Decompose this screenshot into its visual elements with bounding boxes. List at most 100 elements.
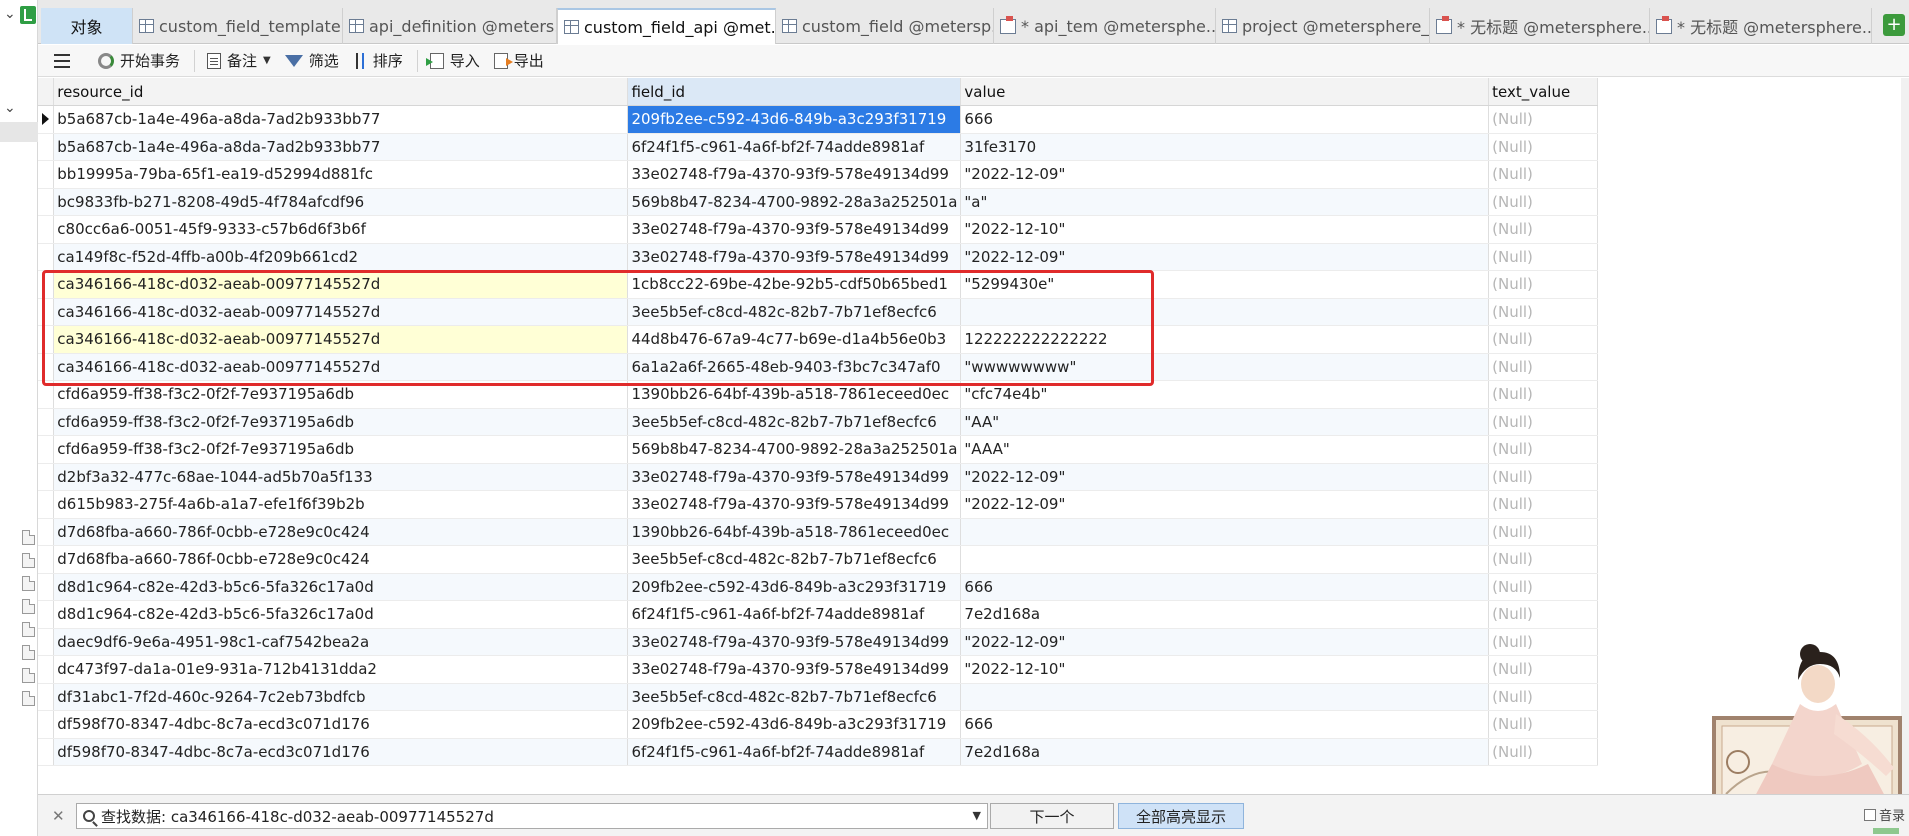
tab-custom-field[interactable]: custom_field @metersp... [776, 8, 994, 44]
cell-text-value[interactable]: (Null) [1488, 463, 1598, 491]
cell-value[interactable]: "2022-12-10" [960, 655, 1490, 684]
cell-resource-id[interactable]: dc473f97-da1a-01e9-931a-712b4131dda2 [53, 655, 629, 684]
caret-down-icon[interactable]: ▼ [263, 55, 271, 66]
row-marker[interactable] [38, 243, 55, 271]
cell-field-id[interactable]: 3ee5b5ef-c8cd-482c-82b7-7b71ef8ecfc6 [627, 683, 962, 711]
dropdown-arrow-icon[interactable]: ▼ [973, 809, 981, 822]
new-tab-icon[interactable]: + [1883, 14, 1905, 36]
tab-untitled-query-1[interactable]: * 无标题 @metersphere... [1430, 8, 1650, 44]
cell-text-value[interactable]: (Null) [1488, 298, 1598, 326]
cell-value[interactable]: "2022-12-09" [960, 160, 1490, 189]
table-row[interactable]: d7d68fba-a660-786f-0cbb-e728e9c0c424 3ee5… [38, 545, 1598, 574]
cell-value[interactable]: "2022-12-09" [960, 463, 1490, 491]
table-row[interactable]: df598f70-8347-4dbc-8c7a-ecd3c071d176 6f24… [38, 738, 1598, 766]
cell-value[interactable]: 666 [960, 573, 1490, 601]
table-row[interactable]: d8d1c964-c82e-42d3-b5c6-5fa326c17a0d 6f24… [38, 600, 1598, 629]
chevron-down-icon[interactable]: ⌄ [4, 100, 16, 116]
table-row[interactable]: b5a687cb-1a4e-496a-a8da-7ad2b933bb77 6f24… [38, 133, 1598, 161]
cell-text-value[interactable]: (Null) [1488, 628, 1598, 656]
column-header-value[interactable]: value [960, 78, 1490, 106]
cell-resource-id[interactable]: df598f70-8347-4dbc-8c7a-ecd3c071d176 [53, 710, 629, 739]
cell-resource-id[interactable]: df598f70-8347-4dbc-8c7a-ecd3c071d176 [53, 738, 629, 766]
cell-value[interactable]: "2022-12-09" [960, 628, 1490, 656]
table-row[interactable]: cfd6a959-ff38-f3c2-0f2f-7e937195a6db 3ee5… [38, 408, 1598, 436]
cell-text-value[interactable]: (Null) [1488, 490, 1598, 519]
cell-field-id[interactable]: 6f24f1f5-c961-4a6f-bf2f-74adde8981af [627, 133, 962, 161]
table-row[interactable]: d2bf3a32-477c-68ae-1044-ad5b70a5f133 33e0… [38, 463, 1598, 491]
cell-field-id[interactable]: 209fb2ee-c592-43d6-849b-a3c293f31719 [627, 710, 962, 739]
cell-resource-id[interactable]: df31abc1-7f2d-460c-9264-7c2eb73bdfcb [53, 683, 629, 711]
row-marker[interactable] [38, 710, 55, 739]
cell-value[interactable]: "2022-12-09" [960, 490, 1490, 519]
table-row[interactable]: bb19995a-79ba-65f1-ea19-d52994d881fc 33e0… [38, 160, 1598, 189]
filter-button[interactable]: 筛选 [284, 50, 339, 71]
cell-resource-id[interactable]: bc9833fb-b271-8208-49d5-4f784afcdf96 [53, 188, 629, 216]
cell-field-id[interactable]: 569b8b47-8234-4700-9892-28a3a252501a [627, 435, 962, 464]
tab-api-definition[interactable]: api_definition @meters... [343, 8, 557, 44]
tab-project[interactable]: project @metersphere_... [1216, 8, 1430, 44]
row-marker[interactable] [38, 738, 55, 766]
cell-text-value[interactable]: (Null) [1488, 160, 1598, 189]
cell-resource-id[interactable]: cfd6a959-ff38-f3c2-0f2f-7e937195a6db [53, 408, 629, 436]
cell-text-value[interactable]: (Null) [1488, 600, 1598, 629]
table-row[interactable]: d7d68fba-a660-786f-0cbb-e728e9c0c424 1390… [38, 518, 1598, 546]
cell-value[interactable]: 7e2d168a [960, 600, 1490, 629]
row-marker[interactable] [38, 628, 55, 656]
row-marker[interactable] [38, 188, 55, 216]
tab-objects[interactable]: 对象 [41, 8, 133, 44]
cell-resource-id[interactable]: bb19995a-79ba-65f1-ea19-d52994d881fc [53, 160, 629, 189]
cell-resource-id[interactable]: b5a687cb-1a4e-496a-a8da-7ad2b933bb77 [53, 105, 629, 134]
tab-api-tem-query[interactable]: * api_tem @metersphe... [994, 8, 1216, 44]
cell-field-id[interactable]: 33e02748-f79a-4370-93f9-578e49134d99 [627, 215, 962, 244]
row-marker[interactable] [38, 160, 55, 189]
row-marker[interactable] [38, 435, 55, 464]
row-marker[interactable] [38, 545, 55, 574]
begin-transaction-button[interactable]: 开始事务 [98, 50, 180, 71]
cell-value[interactable]: 666 [960, 710, 1490, 739]
cell-resource-id[interactable]: c80cc6a6-0051-45f9-9333-c57b6d6f3b6f [53, 215, 629, 244]
cell-field-id[interactable]: 33e02748-f79a-4370-93f9-578e49134d99 [627, 655, 962, 684]
row-marker[interactable] [38, 655, 55, 684]
highlight-all-button[interactable]: 全部高亮显示 [1118, 803, 1244, 829]
cell-text-value[interactable]: (Null) [1488, 270, 1598, 299]
row-marker[interactable] [38, 518, 55, 546]
cell-value[interactable]: "AA" [960, 408, 1490, 436]
cell-resource-id[interactable]: d615b983-275f-4a6b-a1a7-efe1f6f39b2b [53, 490, 629, 519]
table-row[interactable]: bc9833fb-b271-8208-49d5-4f784afcdf96 569b… [38, 188, 1598, 216]
cell-resource-id[interactable]: ca149f8c-f52d-4ffb-a00b-4f209b661cd2 [53, 243, 629, 271]
cell-field-id[interactable]: 3ee5b5ef-c8cd-482c-82b7-7b71ef8ecfc6 [627, 545, 962, 574]
cell-value[interactable]: "AAA" [960, 435, 1490, 464]
row-marker[interactable] [38, 105, 55, 134]
tab-custom-field-template[interactable]: custom_field_template ... [133, 8, 343, 44]
cell-text-value[interactable]: (Null) [1488, 215, 1598, 244]
cell-resource-id[interactable]: d7d68fba-a660-786f-0cbb-e728e9c0c424 [53, 518, 629, 546]
checkbox[interactable] [1863, 808, 1876, 821]
cell-text-value[interactable]: (Null) [1488, 188, 1598, 216]
cell-resource-id[interactable]: d2bf3a32-477c-68ae-1044-ad5b70a5f133 [53, 463, 629, 491]
cell-field-id[interactable]: 1390bb26-64bf-439b-a518-7861eceed0ec [627, 518, 962, 546]
cell-field-id[interactable]: 569b8b47-8234-4700-9892-28a3a252501a [627, 188, 962, 216]
cell-field-id[interactable]: 33e02748-f79a-4370-93f9-578e49134d99 [627, 628, 962, 656]
cell-resource-id[interactable]: cfd6a959-ff38-f3c2-0f2f-7e937195a6db [53, 435, 629, 464]
close-icon[interactable]: ✕ [52, 807, 65, 825]
row-marker[interactable] [38, 215, 55, 244]
cell-field-id[interactable]: 3ee5b5ef-c8cd-482c-82b7-7b71ef8ecfc6 [627, 408, 962, 436]
cell-text-value[interactable]: (Null) [1488, 325, 1598, 354]
column-header-field-id[interactable]: field_id [627, 78, 962, 106]
cell-text-value[interactable]: (Null) [1488, 435, 1598, 464]
row-marker[interactable] [38, 133, 55, 161]
cell-text-value[interactable]: (Null) [1488, 518, 1598, 546]
cell-text-value[interactable]: (Null) [1488, 683, 1598, 711]
cell-text-value[interactable]: (Null) [1488, 573, 1598, 601]
cell-value[interactable]: 7e2d168a [960, 738, 1490, 766]
menu-icon[interactable] [54, 53, 70, 68]
cell-value[interactable]: "2022-12-09" [960, 243, 1490, 271]
tab-untitled-query-2[interactable]: * 无标题 @metersphere... [1650, 8, 1872, 44]
cell-value[interactable] [960, 683, 1490, 711]
cell-resource-id[interactable]: b5a687cb-1a4e-496a-a8da-7ad2b933bb77 [53, 133, 629, 161]
cell-resource-id[interactable]: d8d1c964-c82e-42d3-b5c6-5fa326c17a0d [53, 573, 629, 601]
cell-field-id[interactable]: 209fb2ee-c592-43d6-849b-a3c293f31719 [627, 105, 962, 134]
table-row[interactable]: dc473f97-da1a-01e9-931a-712b4131dda2 33e0… [38, 655, 1598, 684]
cell-text-value[interactable]: (Null) [1488, 710, 1598, 739]
table-row[interactable]: b5a687cb-1a4e-496a-a8da-7ad2b933bb77 209f… [38, 105, 1598, 134]
